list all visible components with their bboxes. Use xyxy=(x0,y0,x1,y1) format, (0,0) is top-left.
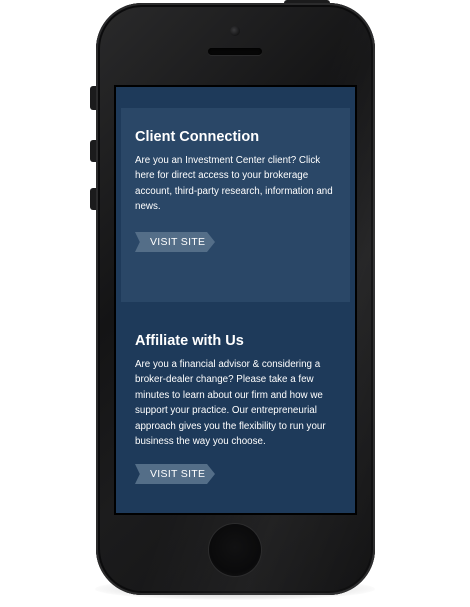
earpiece-speaker xyxy=(208,48,262,55)
client-connection-description: Are you an Investment Center client? Cli… xyxy=(135,155,333,213)
front-camera-icon xyxy=(230,26,240,36)
affiliate-panel: Affiliate with Us Are you a financial ad… xyxy=(121,315,350,510)
affiliate-visit-button[interactable]: VISIT SITE xyxy=(135,464,215,484)
affiliate-description: Are you a financial advisor & considerin… xyxy=(135,359,326,448)
phone-screen: Client Connection Are you an Investment … xyxy=(116,87,355,513)
client-connection-visit-button[interactable]: VISIT SITE xyxy=(135,232,215,252)
client-connection-title: Client Connection xyxy=(135,129,260,145)
client-connection-panel: Client Connection Are you an Investment … xyxy=(121,108,350,302)
home-button xyxy=(209,524,261,576)
affiliate-title: Affiliate with Us xyxy=(135,333,244,349)
